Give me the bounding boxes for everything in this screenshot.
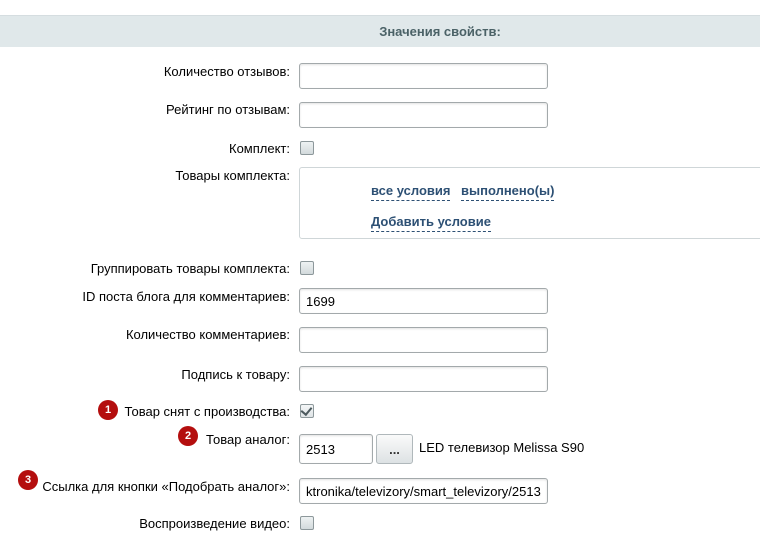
- product-caption-label: Подпись к товару:: [181, 367, 290, 382]
- fulfilled-link[interactable]: выполнено(ы): [461, 183, 555, 201]
- reviews-rating-input[interactable]: [299, 102, 548, 128]
- bundle-products-label: Товары комплекта:: [175, 168, 290, 183]
- discontinued-checkbox[interactable]: [300, 403, 314, 418]
- analog-link-label: Ссылка для кнопки «Подобрать аналог»:: [42, 479, 290, 494]
- checkmark-icon: [300, 403, 313, 417]
- analog-label: Товар аналог:: [206, 432, 290, 447]
- all-conditions-link[interactable]: все условия: [371, 183, 451, 201]
- reviews-rating-label: Рейтинг по отзывам:: [166, 102, 290, 117]
- bundle-label: Комплект:: [229, 141, 290, 156]
- browse-analog-button[interactable]: ...: [376, 434, 413, 464]
- add-condition-link[interactable]: Добавить условие: [371, 214, 491, 232]
- group-bundle-checkbox[interactable]: [300, 261, 314, 275]
- product-caption-input[interactable]: [299, 366, 548, 392]
- blog-post-id-label: ID поста блога для комментариев:: [82, 289, 290, 304]
- annotation-badge-2: 2: [178, 426, 198, 446]
- video-checkbox[interactable]: [300, 516, 314, 530]
- annotation-badge-3: 3: [18, 470, 38, 490]
- section-header: Значения свойств:: [0, 15, 760, 47]
- reviews-count-label: Количество отзывов:: [163, 64, 290, 79]
- bundle-conditions-box: все условия выполнено(ы) Добавить услови…: [299, 167, 760, 239]
- section-title: Значения свойств:: [379, 24, 501, 39]
- reviews-count-input[interactable]: [299, 63, 548, 89]
- annotation-badge-1: 1: [98, 400, 118, 420]
- comments-count-input[interactable]: [299, 327, 548, 353]
- discontinued-label: Товар снят с производства:: [124, 404, 290, 419]
- video-label: Воспроизведение видео:: [139, 516, 290, 531]
- comments-count-label: Количество комментариев:: [125, 327, 290, 342]
- analog-link-input[interactable]: [299, 478, 548, 504]
- group-bundle-label: Группировать товары комплекта:: [90, 261, 290, 276]
- bundle-checkbox[interactable]: [300, 141, 314, 155]
- blog-post-id-input[interactable]: [299, 288, 548, 314]
- analog-product-name: LED телевизор Melissa S90: [419, 440, 585, 455]
- analog-id-input[interactable]: [299, 434, 373, 464]
